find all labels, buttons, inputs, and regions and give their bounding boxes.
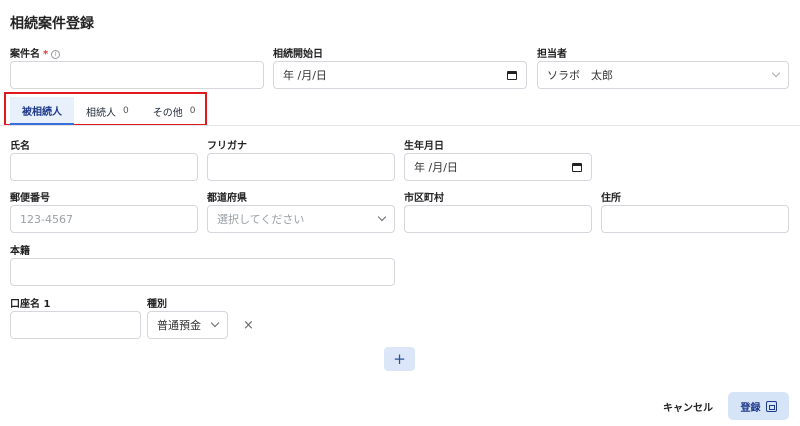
tab-decedent-label: 被相続人: [22, 106, 62, 118]
account-type-label: 種別: [147, 299, 167, 310]
honseki-label: 本籍: [10, 246, 30, 257]
birthdate-value: 年 /月/日: [414, 161, 458, 174]
assignee-label: 担当者: [537, 49, 567, 60]
chevron-down-icon: [377, 212, 387, 222]
postal-code-placeholder: 123-4567: [20, 212, 73, 226]
start-date-label: 相続開始日: [273, 49, 323, 60]
tab-other-label: その他: [152, 107, 183, 119]
name-input[interactable]: [10, 153, 198, 181]
tab-heirs-label: 相続人: [86, 107, 116, 119]
birthdate-label: 生年月日: [404, 141, 444, 152]
city-label: 市区町村: [404, 193, 444, 204]
calendar-icon[interactable]: [507, 70, 517, 80]
required-mark: *: [43, 49, 49, 60]
start-date-input[interactable]: 年 /月/日: [273, 61, 527, 89]
case-name-label: 案件名 * i: [10, 45, 61, 60]
start-date-value: 年 /月/日: [283, 69, 327, 82]
postal-code-input[interactable]: 123-4567: [10, 205, 198, 233]
account-type-value: 普通預金: [157, 319, 201, 332]
submit-button[interactable]: 登録: [728, 392, 789, 420]
furigana-label: フリガナ: [207, 141, 247, 152]
address-input[interactable]: [601, 205, 789, 233]
birthdate-input[interactable]: 年 /月/日: [404, 153, 592, 181]
city-input[interactable]: [404, 205, 592, 233]
submit-button-label: 登録: [740, 402, 761, 414]
close-icon[interactable]: ×: [243, 318, 254, 333]
case-name-label-text: 案件名: [10, 49, 40, 60]
prefecture-select[interactable]: 選択してください: [207, 205, 395, 233]
case-name-input[interactable]: [10, 61, 264, 89]
account-type-select[interactable]: 普通預金: [147, 311, 228, 339]
add-account-button[interactable]: +: [384, 347, 415, 371]
info-icon[interactable]: i: [51, 50, 61, 59]
cancel-button[interactable]: キャンセル: [655, 393, 721, 419]
postal-code-label: 郵便番号: [10, 193, 50, 204]
chevron-down-icon: [210, 318, 220, 328]
tab-decedent[interactable]: 被相続人: [10, 97, 74, 125]
save-icon: [765, 400, 777, 412]
plus-icon: +: [393, 350, 406, 368]
account-name-input[interactable]: [10, 311, 141, 339]
tab-bar: 被相続人 相続人 0 その他 0: [10, 97, 207, 125]
address-label: 住所: [601, 193, 621, 204]
calendar-icon[interactable]: [572, 162, 582, 172]
chevron-down-icon: [771, 68, 781, 78]
tab-other-count: 0: [189, 106, 196, 116]
assignee-value: ソラボ 太郎: [547, 69, 613, 82]
tab-other[interactable]: その他 0: [141, 97, 208, 125]
page-title: 相続案件登録: [10, 16, 94, 32]
prefecture-label: 都道府県: [207, 193, 247, 204]
prefecture-placeholder: 選択してください: [217, 213, 305, 226]
furigana-input[interactable]: [207, 153, 395, 181]
tab-heirs[interactable]: 相続人 0: [74, 97, 141, 125]
tab-heirs-count: 0: [123, 106, 129, 116]
name-label: 氏名: [10, 141, 30, 152]
honseki-input[interactable]: [10, 258, 395, 286]
tab-divider: [0, 125, 800, 126]
account-name-label: 口座名 1: [10, 299, 51, 310]
assignee-select[interactable]: ソラボ 太郎: [537, 61, 789, 89]
